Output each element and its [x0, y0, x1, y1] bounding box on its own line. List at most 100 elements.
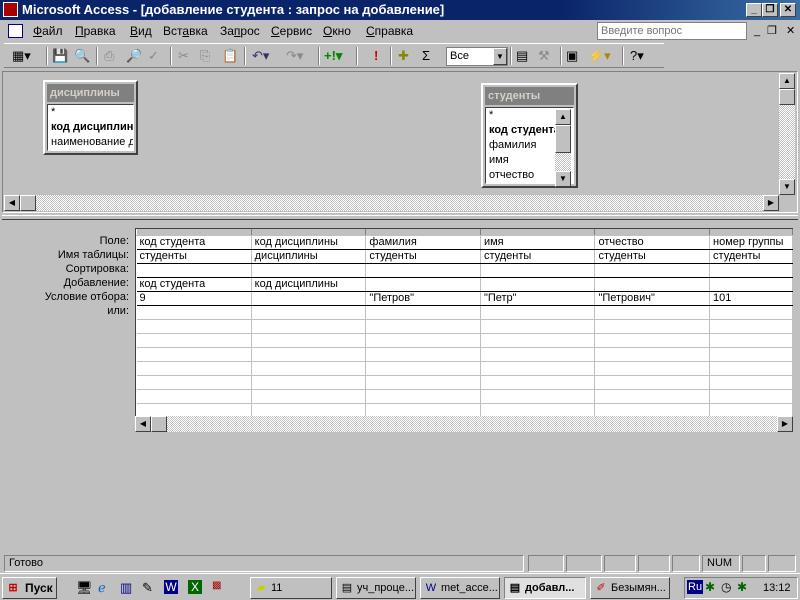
grid-cell[interactable] — [709, 277, 793, 292]
clock[interactable]: 13:12 — [763, 582, 791, 594]
task-active-query[interactable]: ▤ добавл... — [504, 577, 586, 599]
grid-cell[interactable] — [365, 277, 481, 292]
grid-cell[interactable] — [365, 305, 481, 320]
grid-cell[interactable]: 101 — [709, 291, 793, 306]
table-box-students[interactable]: студенты * код студента фамилия имя отчество… — [481, 83, 578, 188]
menu-item[interactable]: Справка — [366, 20, 413, 42]
grid-cell[interactable] — [251, 403, 367, 416]
grid-cell[interactable]: студенты — [136, 249, 252, 264]
grid-cell[interactable] — [251, 389, 367, 404]
totals-icon[interactable]: Σ — [422, 49, 430, 63]
grid-cell[interactable] — [709, 361, 793, 376]
grid-cell[interactable]: код студента — [136, 277, 252, 292]
restore-button[interactable]: ❐ — [762, 3, 778, 17]
document-icon[interactable] — [8, 24, 23, 38]
task-paint[interactable]: ✐ Безымян... — [590, 577, 670, 599]
query-design-grid[interactable]: код студента код дисциплины фамилия имя отче… — [135, 228, 793, 416]
grid-cell[interactable]: имя — [480, 235, 596, 250]
grid-cell[interactable]: код дисциплины — [251, 235, 367, 250]
grid-cell[interactable] — [136, 403, 252, 416]
grid-cell[interactable] — [251, 361, 367, 376]
view-icon[interactable]: ▦▾ — [12, 49, 31, 63]
grid-cell[interactable] — [709, 305, 793, 320]
explorer-icon[interactable]: ▥ — [120, 580, 132, 596]
grid-cell[interactable] — [136, 375, 252, 390]
scroll-thumb[interactable] — [779, 89, 795, 105]
scroll-right-icon[interactable]: ▶ — [763, 195, 779, 211]
menu-item[interactable]: Правка — [75, 20, 116, 42]
save-icon[interactable]: 💾 — [52, 49, 68, 63]
grid-cell[interactable] — [594, 305, 711, 320]
grid-cell[interactable] — [480, 319, 596, 334]
build-icon[interactable]: ⚒ — [538, 49, 550, 63]
scroll-right-icon[interactable]: ▶ — [777, 416, 793, 432]
task-folder-11[interactable]: ▰ 11 — [250, 577, 332, 599]
grid-cell[interactable] — [365, 347, 481, 362]
top-values-select[interactable]: Все ▼ — [446, 47, 508, 66]
field-list-item[interactable]: фамилия — [486, 138, 557, 153]
doc-close-icon[interactable]: ✕ — [786, 20, 795, 42]
grid-cell[interactable]: студенты — [365, 249, 481, 264]
grid-cell[interactable] — [251, 333, 367, 348]
chevron-down-icon[interactable]: ▼ — [493, 48, 507, 65]
spelling-icon[interactable]: ✓ — [148, 49, 159, 63]
grid-cell[interactable] — [365, 263, 481, 278]
grid-cell[interactable]: код студента — [136, 235, 252, 250]
grid-cell[interactable] — [136, 389, 252, 404]
scheduler-icon[interactable]: ✱ — [737, 580, 747, 594]
winrar-icon[interactable]: ▩ — [212, 580, 221, 591]
menu-item[interactable]: Сервис — [271, 20, 312, 42]
grid-cell[interactable] — [594, 347, 711, 362]
grid-cell[interactable] — [594, 389, 711, 404]
grid-cell[interactable] — [480, 277, 596, 292]
menu-item[interactable]: Вид — [130, 20, 152, 42]
cut-icon[interactable]: ✂ — [178, 49, 189, 63]
word-icon[interactable]: W — [164, 580, 178, 594]
grid-cell[interactable]: номер группы — [709, 235, 793, 250]
redo-icon[interactable]: ↷▾ — [286, 49, 303, 63]
grid-cell[interactable] — [480, 361, 596, 376]
grid-horizontal-scrollbar[interactable]: ◀ ▶ — [135, 416, 793, 432]
grid-cell[interactable] — [136, 263, 252, 278]
grid-cell[interactable]: "Петр" — [480, 291, 596, 306]
pane-splitter[interactable] — [2, 215, 798, 220]
grid-cell[interactable]: студенты — [480, 249, 596, 264]
grid-cell[interactable] — [709, 403, 793, 416]
properties-icon[interactable]: ▤ — [516, 49, 528, 63]
print-preview-icon[interactable]: 🔎 — [126, 49, 142, 63]
upper-horizontal-scrollbar[interactable]: ◀ ▶ — [4, 195, 779, 211]
grid-cell[interactable]: "Петрович" — [594, 291, 711, 306]
grid-cell[interactable] — [594, 263, 711, 278]
scroll-left-icon[interactable]: ◀ — [135, 416, 151, 432]
copy-icon[interactable]: ⎘ — [200, 49, 210, 63]
antivirus-icon[interactable]: ✱ — [705, 580, 715, 594]
paste-icon[interactable]: 📋 — [222, 49, 238, 63]
grid-cell[interactable]: студенты — [594, 249, 711, 264]
grid-cell[interactable] — [251, 319, 367, 334]
start-button[interactable]: ⊞ Пуск — [2, 577, 57, 599]
grid-cell[interactable]: "Петров" — [365, 291, 481, 306]
scroll-thumb[interactable] — [555, 125, 571, 153]
field-list-item[interactable]: имя — [486, 153, 557, 168]
grid-cell[interactable]: отчество — [594, 235, 711, 250]
scroll-down-icon[interactable]: ▼ — [779, 179, 795, 195]
grid-cell[interactable] — [365, 375, 481, 390]
grid-cell[interactable] — [709, 333, 793, 348]
help-question-input[interactable] — [597, 22, 747, 40]
grid-cell[interactable] — [136, 333, 252, 348]
upper-vertical-scrollbar[interactable]: ▲ ▼ — [779, 73, 795, 195]
grid-cell[interactable] — [136, 361, 252, 376]
grid-cell[interactable] — [594, 319, 711, 334]
doc-minimize-icon[interactable]: _ — [754, 20, 760, 42]
minimize-button[interactable]: _ — [746, 3, 762, 17]
help-icon[interactable]: ?▾ — [630, 49, 644, 63]
scroll-left-icon[interactable]: ◀ — [4, 195, 20, 211]
scroll-thumb[interactable] — [20, 195, 36, 211]
task-met-access[interactable]: Wmet_acce... — [420, 577, 500, 599]
grid-cell[interactable] — [136, 319, 252, 334]
grid-cell[interactable] — [480, 333, 596, 348]
field-list-scrollbar[interactable]: ▲ ▼ — [555, 109, 571, 187]
grid-cell[interactable] — [709, 347, 793, 362]
grid-cell[interactable] — [480, 305, 596, 320]
grid-cell[interactable] — [480, 263, 596, 278]
